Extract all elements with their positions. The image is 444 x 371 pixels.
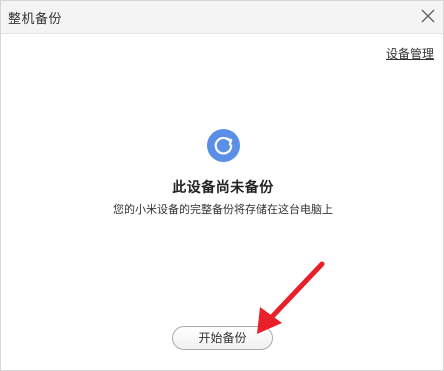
- device-management-link[interactable]: 设备管理: [386, 45, 434, 62]
- status-heading: 此设备尚未备份: [172, 180, 274, 196]
- refresh-circle-icon: [206, 128, 241, 163]
- status-description: 您的小米设备的完整备份将存储在这台电脑上: [113, 203, 333, 216]
- close-icon[interactable]: [419, 7, 437, 25]
- backup-window: 整机备份 设备管理 此设备尚未备份 您的小米设备的完整备份将存储在这台电脑上 开…: [0, 0, 444, 371]
- start-backup-button[interactable]: 开始备份: [172, 326, 273, 350]
- title-bar: 整机备份: [1, 1, 443, 34]
- window-title: 整机备份: [8, 12, 63, 27]
